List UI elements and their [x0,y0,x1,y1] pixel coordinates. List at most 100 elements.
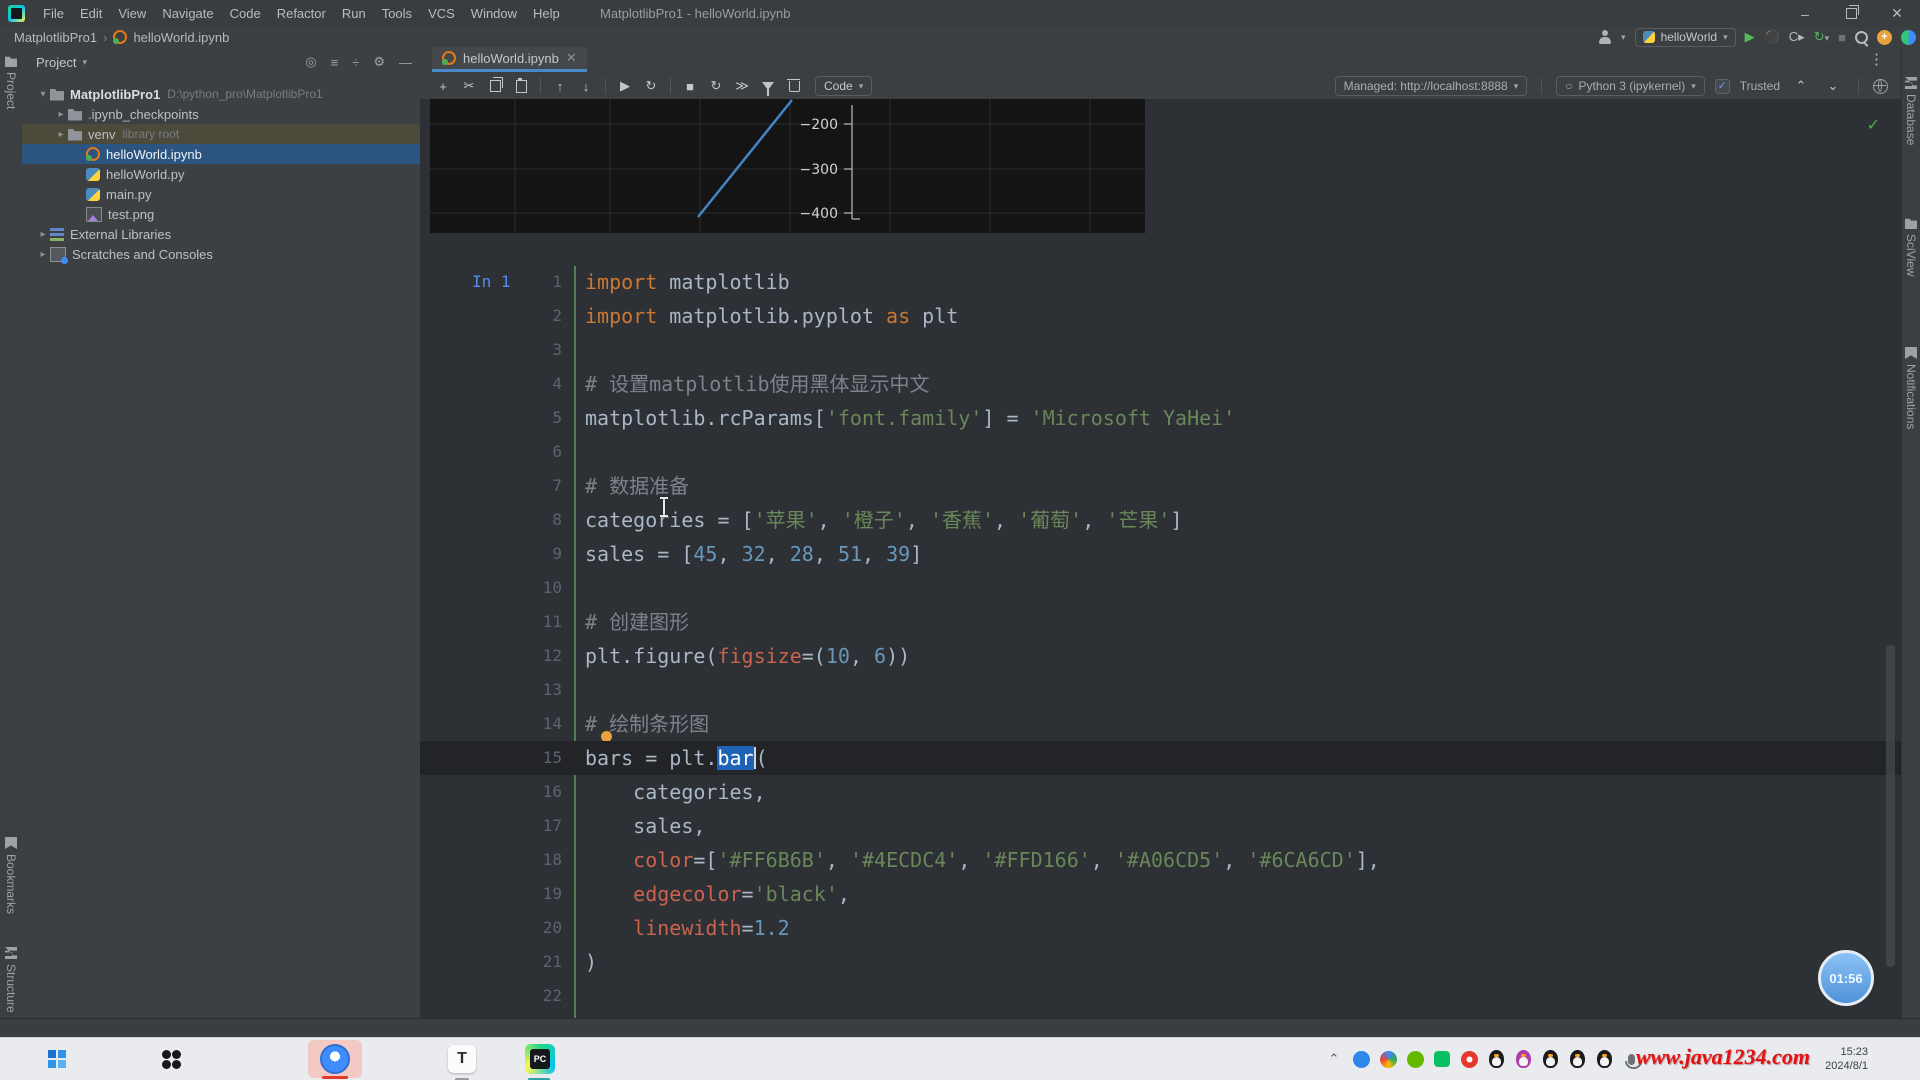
locate-file-icon[interactable]: ◎ [305,54,316,70]
run-all-below-icon[interactable]: ≫ [731,76,753,96]
menu-code[interactable]: Code [222,6,269,21]
code-line-1[interactable]: In 11import matplotlib [420,265,1902,299]
open-in-browser-icon[interactable] [1873,79,1888,94]
code-line-22[interactable]: 22 [420,979,1902,1013]
tool-tab-project[interactable]: Project [0,55,22,109]
code-line-14[interactable]: 14# 绘制条形图 [420,707,1902,741]
code-line-2[interactable]: 2import matplotlib.pyplot as plt [420,299,1902,333]
cell-type-select[interactable]: Code ▾ [815,76,872,96]
tray-expand-icon[interactable]: ⌃ [1325,1050,1343,1068]
paste-cell-icon[interactable] [510,76,532,96]
taskbar-clock[interactable]: 15:23 2024/8/1 [1825,1045,1868,1073]
menu-edit[interactable]: Edit [72,6,110,21]
tree-item-matplotlibpro1[interactable]: ▾MatplotlibPro1D:\python_pro\MatplotlibP… [22,84,420,104]
settings-gear-icon[interactable]: ⚙ [373,54,385,70]
code-line-5[interactable]: 5matplotlib.rcParams['font.family'] = 'M… [420,401,1902,435]
tab-helloworld-ipynb[interactable]: helloWorld.ipynb ✕ [432,47,587,72]
pycharm-app-button[interactable] [524,1043,556,1075]
code-line-3[interactable]: 3 [420,333,1902,367]
run-button[interactable]: ▶ [1745,29,1755,45]
tray-wechat-icon[interactable] [1433,1050,1451,1068]
tree-item-helloworld-ipynb[interactable]: helloWorld.ipynb [22,144,420,164]
tree-item-venv[interactable]: ▸venvlibrary root [22,124,420,144]
tray-qq-icon[interactable] [1514,1050,1532,1068]
stop-kernel-icon[interactable]: ■ [679,76,701,96]
move-cell-up-icon[interactable]: ↑ [549,76,571,96]
restore-button[interactable] [1828,0,1874,27]
code-line-13[interactable]: 13 [420,673,1902,707]
code-line-18[interactable]: 18 color=['#FF6B6B', '#4ECDC4', '#FFD166… [420,843,1902,877]
code-line-12[interactable]: 12plt.figure(figsize=(10, 6)) [420,639,1902,673]
code-line-6[interactable]: 6 [420,435,1902,469]
menu-file[interactable]: File [35,6,72,21]
cut-cell-icon[interactable]: ✂ [458,76,480,96]
menu-view[interactable]: View [110,6,154,21]
tray-red-app-icon[interactable] [1460,1050,1478,1068]
expand-all-icon[interactable]: ÷ [352,55,359,70]
tree-item-test-png[interactable]: test.png [22,204,420,224]
restart-kernel-icon[interactable]: ↻ [640,76,662,96]
menu-window[interactable]: Window [463,6,525,21]
add-cell-icon[interactable]: + [432,76,454,96]
code-line-10[interactable]: 10 [420,571,1902,605]
tool-tab-structure[interactable]: Structure [0,947,22,1013]
code-line-21[interactable]: 21) [420,945,1902,979]
menu-tools[interactable]: Tools [374,6,420,21]
pycharm-logo-icon[interactable] [8,5,25,22]
promotion-icon[interactable]: + [1877,30,1892,45]
minimize-button[interactable]: – [1782,0,1828,27]
collapse-all-icon[interactable]: ≡ [331,55,339,70]
tray-qq-icon[interactable] [1541,1050,1559,1068]
tree-item--ipynb-checkpoints[interactable]: ▸.ipynb_checkpoints [22,104,420,124]
coverage-button[interactable]: ↻▾ [1814,29,1829,45]
tab-options-kebab-icon[interactable]: ⋮ [1869,50,1884,68]
menu-run[interactable]: Run [334,6,374,21]
notebook-editor-body[interactable]: −200 −300 −400 In 11import matplotlib2im… [420,99,1902,1018]
menu-help[interactable]: Help [525,6,568,21]
tree-item-external-libraries[interactable]: ▸External Libraries [22,224,420,244]
tray-browser-icon[interactable] [1379,1050,1397,1068]
code-line-4[interactable]: 4# 设置matplotlib使用黑体显示中文 [420,367,1902,401]
text-app-button[interactable]: T [446,1043,478,1075]
code-line-9[interactable]: 9sales = [45, 32, 28, 51, 39] [420,537,1902,571]
tray-qq-icon[interactable] [1568,1050,1586,1068]
code-line-16[interactable]: 16 categories, [420,775,1902,809]
run-cell-icon[interactable]: ▶ [614,76,636,96]
active-app-button[interactable] [308,1043,362,1075]
stop-button[interactable]: ■ [1838,30,1846,45]
tray-qq-icon[interactable] [1595,1050,1613,1068]
code-line-20[interactable]: 20 linewidth=1.2 [420,911,1902,945]
jupyter-server-select[interactable]: Managed: http://localhost:8888 ▾ [1335,76,1528,96]
tool-tab-sciview[interactable]: SciView [1902,217,1920,276]
tool-tab-database[interactable]: Database [1902,77,1920,145]
menu-navigate[interactable]: Navigate [154,6,221,21]
close-tab-icon[interactable]: ✕ [566,50,577,66]
tray-green-app-icon[interactable] [1406,1050,1424,1068]
code-line-11[interactable]: 11# 创建图形 [420,605,1902,639]
hide-panel-icon[interactable]: — [399,55,412,70]
clear-outputs-icon[interactable] [757,76,779,96]
debug-button[interactable]: ⚫ [1764,29,1780,45]
profiler-button[interactable]: C▸ [1789,29,1805,45]
run-all-icon[interactable]: ↻ [705,76,727,96]
tool-tab-notifications[interactable]: Notifications [1902,347,1920,429]
move-cell-down-icon[interactable]: ↓ [575,76,597,96]
plugin-badge-icon[interactable] [1901,30,1916,45]
close-button[interactable]: ✕ [1874,0,1920,27]
delete-cell-icon[interactable] [783,76,805,96]
trusted-checkbox[interactable]: ✓ [1715,79,1730,94]
tree-item-helloworld-py[interactable]: helloWorld.py [22,164,420,184]
menu-vcs[interactable]: VCS [420,6,463,21]
tree-item-main-py[interactable]: main.py [22,184,420,204]
run-configuration-select[interactable]: helloWorld ▾ [1635,28,1736,47]
previous-cell-icon[interactable]: ⌃ [1790,76,1812,96]
project-panel-title[interactable]: Project ▾ [36,55,87,70]
code-line-19[interactable]: 19 edgecolor='black', [420,877,1902,911]
kernel-select[interactable]: ○ Python 3 (ipykernel) ▾ [1556,76,1705,96]
start-button[interactable] [44,1043,70,1075]
tool-tab-bookmarks[interactable]: Bookmarks [0,837,22,914]
tray-blue-app-icon[interactable] [1352,1050,1370,1068]
search-everywhere-icon[interactable] [1855,31,1868,44]
code-line-17[interactable]: 17 sales, [420,809,1902,843]
breadcrumb-project[interactable]: MatplotlibPro1 [14,30,97,45]
